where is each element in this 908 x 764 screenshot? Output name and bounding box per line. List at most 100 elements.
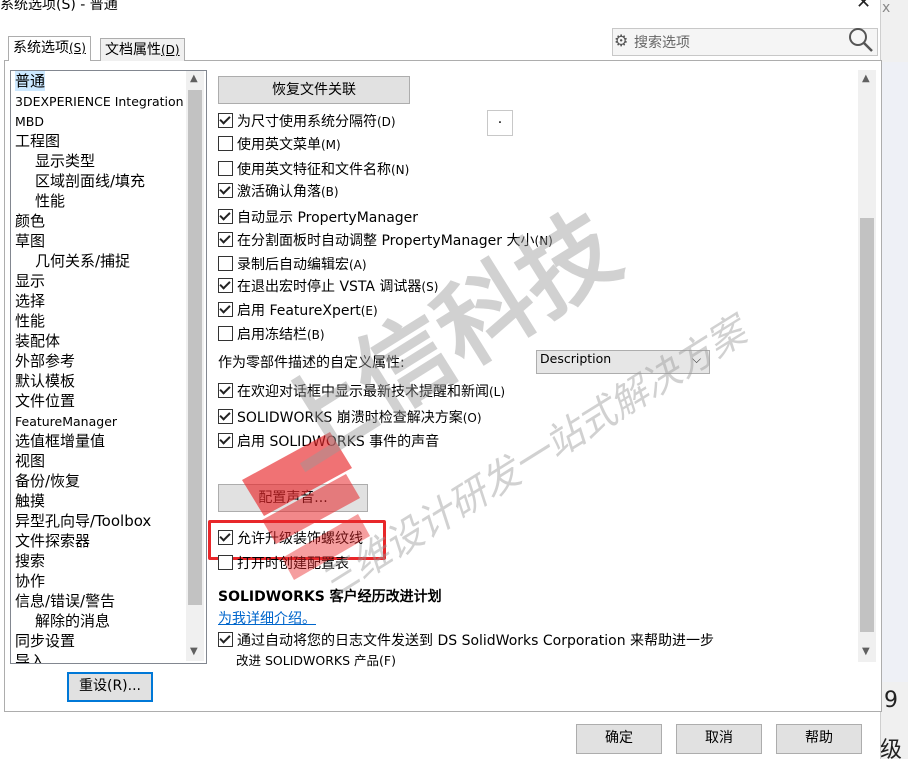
custom-property-label: 作为零部件描述的自定义属性:	[218, 355, 405, 371]
option-create-config-table[interactable]: 打开时创建配置表	[218, 554, 349, 574]
option-auto-size-propertymanager[interactable]: 在分割面板时自动调整 PropertyManager 大小(N)	[218, 231, 553, 251]
checkbox-icon[interactable]	[218, 433, 233, 448]
tree-subitem[interactable]: 性能	[35, 191, 65, 211]
tree-item[interactable]: 草图	[15, 231, 45, 251]
option-auto-show-propertymanager[interactable]: 自动显示 PropertyManager	[218, 208, 418, 228]
scroll-down-icon[interactable]: ▼	[190, 646, 198, 657]
tree-item[interactable]: 颜色	[15, 211, 45, 231]
option-shortcut: (N)	[391, 163, 410, 177]
gear-icon[interactable]: ⚙	[614, 31, 628, 50]
option-enable-freeze-bar[interactable]: 启用冻结栏(B)	[218, 325, 325, 345]
option-label: 启用 FeatureXpert	[237, 303, 361, 319]
checkbox-icon[interactable]	[218, 632, 233, 647]
tree-scrollbar-thumb[interactable]	[188, 90, 202, 605]
cancel-button[interactable]: 取消	[676, 724, 762, 754]
tree-item[interactable]: 搜索	[15, 551, 45, 571]
checkbox-icon[interactable]	[218, 326, 233, 341]
tree-item[interactable]: 性能	[15, 311, 45, 331]
close-icon[interactable]: ✕	[856, 0, 871, 13]
category-tree[interactable]: 普通 3DEXPERIENCE Integration MBD 工程图 显示类型…	[10, 70, 207, 664]
checkbox-icon[interactable]	[218, 183, 233, 198]
tree-subitem[interactable]: 区域剖面线/填充	[35, 171, 145, 191]
option-shortcut: (B)	[307, 328, 325, 342]
restore-file-association-button[interactable]: 恢复文件关联	[218, 76, 410, 104]
tree-item[interactable]: 文件位置	[15, 391, 75, 411]
tree-item[interactable]: 触摸	[15, 491, 45, 511]
tree-item[interactable]: 装配体	[15, 331, 60, 351]
tree-item[interactable]: 信息/错误/警告	[15, 591, 115, 611]
tree-item[interactable]: 文件探索器	[15, 531, 90, 551]
tree-item[interactable]: 异型孔向导/Toolbox	[15, 511, 151, 531]
checkbox-icon[interactable]	[218, 278, 233, 293]
tree-item-general[interactable]: 普通	[15, 71, 46, 91]
option-label: 启用冻结栏	[237, 327, 307, 343]
option-system-separator[interactable]: 为尺寸使用系统分隔符(D)	[218, 112, 396, 132]
option-shortcut: (E)	[360, 304, 378, 318]
checkbox-icon[interactable]	[218, 409, 233, 424]
search-icon[interactable]	[848, 27, 874, 57]
option-event-sounds[interactable]: 启用 SOLIDWORKS 事件的声音	[218, 432, 439, 452]
tree-item[interactable]: 选值框增量值	[15, 431, 105, 451]
checkbox-icon[interactable]	[218, 232, 233, 247]
option-check-crash-solutions[interactable]: SOLIDWORKS 崩溃时检查解决方案(O)	[218, 408, 482, 428]
ceip-heading: SOLIDWORKS 客户经历改进计划	[218, 589, 442, 605]
tab-system-options[interactable]: 系统选项(S)	[8, 36, 91, 61]
option-send-log-files[interactable]: 通过自动将您的日志文件发送到 DS SolidWorks Corporation…	[218, 631, 714, 651]
checkbox-icon[interactable]	[218, 209, 233, 224]
checkbox-icon[interactable]	[218, 161, 233, 176]
tree-item[interactable]: MBD	[15, 112, 44, 132]
option-shortcut: (S)	[421, 280, 439, 294]
tab-shortcut: (S)	[69, 41, 86, 55]
tree-item[interactable]: 外部参考	[15, 351, 75, 371]
checkbox-icon[interactable]	[218, 113, 233, 128]
tree-subitem[interactable]: 解除的消息	[35, 611, 110, 631]
tree-subitem[interactable]: 几何关系/捕捉	[35, 251, 130, 271]
scroll-down-icon[interactable]: ▼	[862, 646, 870, 657]
configure-sounds-button[interactable]: 配置声音...	[218, 484, 368, 512]
tree-item[interactable]: 默认模板	[15, 371, 75, 391]
checkbox-icon[interactable]	[218, 256, 233, 271]
tree-item[interactable]: 选择	[15, 291, 45, 311]
option-stop-vsta-debugger[interactable]: 在退出宏时停止 VSTA 调试器(S)	[218, 277, 438, 297]
learn-more-link[interactable]: 为我详细介绍。	[218, 608, 316, 628]
option-confirmation-corner[interactable]: 激活确认角落(B)	[218, 182, 339, 202]
tree-item[interactable]: 协作	[15, 571, 45, 591]
tree-item[interactable]: 3DEXPERIENCE Integration	[15, 92, 184, 112]
checkbox-icon[interactable]	[218, 302, 233, 317]
option-enable-featurexpert[interactable]: 启用 FeatureXpert(E)	[218, 301, 378, 321]
tree-item[interactable]: 显示	[15, 271, 45, 291]
checkbox-icon[interactable]	[218, 136, 233, 151]
tab-document-properties[interactable]: 文档属性(D)	[100, 38, 185, 61]
option-auto-edit-macro[interactable]: 录制后自动编辑宏(A)	[218, 255, 367, 275]
separator-field[interactable]: .	[487, 110, 513, 136]
tree-item[interactable]: 工程图	[15, 131, 60, 151]
option-english-menu[interactable]: 使用英文菜单(M)	[218, 135, 341, 155]
scroll-up-icon[interactable]: ▲	[190, 73, 198, 84]
window-title: 系统选项(S) - 普通	[0, 0, 118, 13]
background-text-x: x	[882, 0, 891, 16]
tree-item[interactable]: 备份/恢复	[15, 471, 80, 491]
checkbox-icon[interactable]	[218, 555, 233, 570]
tree-item[interactable]: 视图	[15, 451, 45, 471]
ok-button[interactable]: 确定	[576, 724, 662, 754]
option-shortcut: (A)	[349, 258, 367, 272]
option-english-feature-names[interactable]: 使用英文特征和文件名称(N)	[218, 160, 409, 180]
option-label: 为尺寸使用系统分隔符	[237, 114, 377, 130]
option-show-tech-news[interactable]: 在欢迎对话框中显示最新技术提醒和新闻(L)	[218, 382, 505, 402]
option-label: 通过自动将您的日志文件发送到 DS SolidWorks Corporation…	[237, 633, 715, 649]
tab-shortcut: (D)	[161, 43, 180, 57]
options-scrollbar-thumb[interactable]	[860, 218, 874, 632]
tree-item[interactable]: FeatureManager	[15, 412, 117, 432]
checkbox-icon[interactable]	[218, 383, 233, 398]
option-label: 自动显示 PropertyManager	[237, 210, 419, 226]
scroll-up-icon[interactable]: ▲	[862, 73, 870, 84]
tree-subitem[interactable]: 显示类型	[35, 151, 95, 171]
help-button[interactable]: 帮助	[776, 724, 862, 754]
chevron-down-icon[interactable]: ⌵	[692, 352, 701, 367]
tree-item[interactable]: 同步设置	[15, 631, 75, 651]
option-shortcut: (M)	[321, 138, 341, 152]
option-label: 打开时创建配置表	[237, 556, 349, 572]
reset-button[interactable]: 重设(R)...	[67, 672, 153, 702]
option-shortcut: (B)	[321, 185, 339, 199]
tree-item[interactable]: 导入	[15, 651, 45, 663]
